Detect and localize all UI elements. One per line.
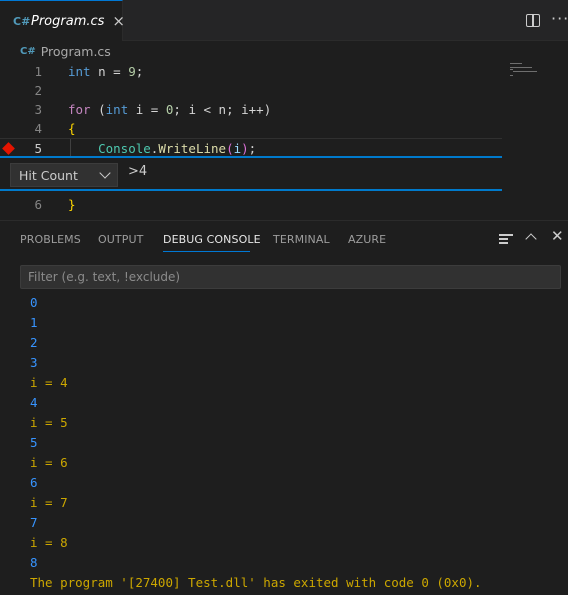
code-line-4[interactable]: 4 {: [0, 119, 502, 138]
bracket: (: [226, 141, 234, 156]
minimap[interactable]: [508, 62, 538, 82]
keyword: int: [68, 64, 91, 79]
code-line-1[interactable]: 1 int n = 9;: [0, 62, 502, 81]
console-line: i = 5: [30, 415, 68, 430]
bracket: }: [68, 197, 76, 212]
close-icon[interactable]: ×: [112, 12, 125, 30]
code-line-2[interactable]: 2: [0, 81, 502, 100]
number-literal: 9: [128, 64, 136, 79]
tab-problems[interactable]: PROBLEMS: [20, 233, 81, 246]
csharp-file-icon: C#: [20, 46, 36, 57]
split-editor-icon[interactable]: [526, 14, 540, 27]
csharp-file-icon: C#: [13, 14, 31, 28]
code-line-3[interactable]: 3 for (int i = 0; i < n; i++): [0, 100, 502, 119]
console-line: 7: [30, 515, 38, 530]
line-number: 2: [34, 83, 42, 98]
code-editor[interactable]: 1 int n = 9; 2 3 for (int i = 0; i < n; …: [0, 62, 568, 219]
method-name: WriteLine: [158, 141, 227, 156]
bottom-panel: PROBLEMS OUTPUT DEBUG CONSOLE TERMINAL A…: [0, 220, 568, 595]
breakpoint-widget-border: [0, 189, 502, 191]
console-line: 2: [30, 335, 38, 350]
code-text: ; i < n; i++): [173, 102, 272, 117]
code-text: (: [90, 102, 106, 117]
hit-count-input[interactable]: >4: [128, 164, 147, 179]
tab-debug-console[interactable]: DEBUG CONSOLE: [163, 233, 261, 246]
clear-console-icon[interactable]: [499, 233, 513, 245]
breakpoint-type-select[interactable]: Hit Count: [10, 163, 118, 187]
keyword: int: [105, 102, 129, 117]
tab-azure[interactable]: AZURE: [348, 233, 386, 246]
class-name: Console: [98, 141, 151, 156]
console-line: The program '[27400] Test.dll' has exite…: [30, 575, 482, 590]
console-line: 5: [30, 435, 38, 450]
bracket: {: [68, 121, 76, 136]
console-line: i = 7: [30, 495, 68, 510]
console-line: i = 8: [30, 535, 68, 550]
code-text: i =: [128, 102, 166, 117]
line-number: 4: [34, 121, 42, 136]
console-line: 3: [30, 355, 38, 370]
close-icon[interactable]: ✕: [551, 227, 564, 245]
console-line: 8: [30, 555, 38, 570]
console-line: 1: [30, 315, 38, 330]
breadcrumb: C# Program.cs: [0, 41, 568, 62]
debug-console-output: 0 1 2 3 i = 4 4 i = 5 5 i = 6 6 i = 7 7 …: [30, 293, 482, 593]
breakpoint-type-value: Hit Count: [19, 167, 78, 183]
line-number: 6: [34, 197, 42, 212]
tab-terminal[interactable]: TERMINAL: [273, 233, 330, 246]
line-number: 3: [34, 102, 42, 117]
breadcrumb-file[interactable]: Program.cs: [41, 44, 111, 59]
code-text: n =: [90, 64, 129, 79]
console-line: i = 4: [30, 375, 68, 390]
line-number: 1: [34, 64, 42, 79]
filter-input[interactable]: [20, 265, 561, 289]
more-actions-icon[interactable]: ···: [551, 9, 568, 28]
code-text: ;: [135, 64, 144, 79]
editor-tab-bar: C# Program.cs × ···: [0, 0, 568, 41]
code-line-5[interactable]: 5 Console.WriteLine(i);: [0, 138, 502, 158]
bracket: ): [241, 141, 249, 156]
console-line: i = 6: [30, 455, 68, 470]
tab-program-cs[interactable]: C# Program.cs ×: [0, 0, 125, 41]
keyword: for: [68, 102, 91, 117]
chevron-up-icon[interactable]: [525, 233, 537, 245]
code-line-6[interactable]: 6 }: [0, 195, 502, 214]
chevron-down-icon: [99, 167, 111, 179]
console-line: 6: [30, 475, 38, 490]
active-tab-indicator: [163, 251, 250, 252]
code-text: ;: [248, 141, 257, 156]
variable: i: [233, 141, 242, 156]
breakpoint-condition-widget: Hit Count >4: [0, 158, 502, 189]
console-line: 0: [30, 295, 38, 310]
tab-output[interactable]: OUTPUT: [98, 233, 143, 246]
tab-title: Program.cs: [31, 13, 105, 29]
breakpoint-icon[interactable]: [2, 142, 15, 155]
console-line: 4: [30, 395, 38, 410]
